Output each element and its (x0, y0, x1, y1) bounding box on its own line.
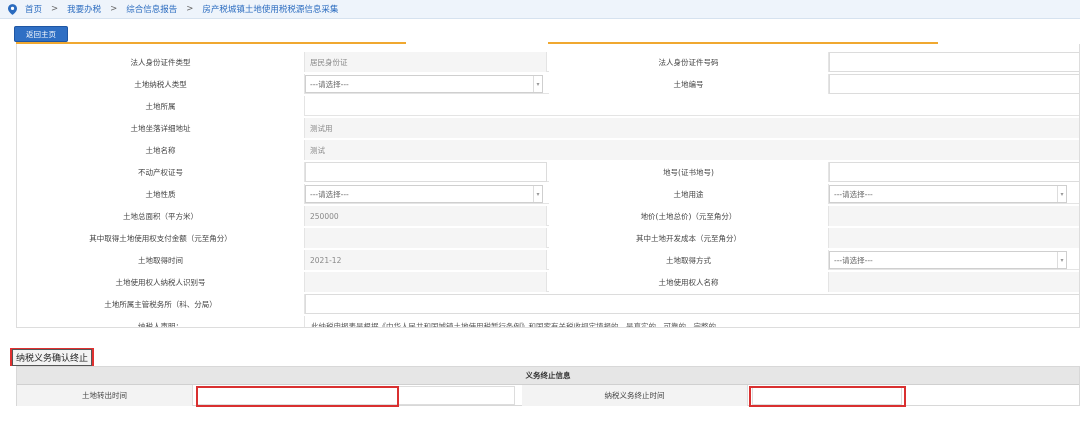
acquire-method-select[interactable]: ---请选择--- ▾ (829, 251, 1067, 269)
land-number-label: 土地编号 (549, 74, 829, 94)
breadcrumb-tax-service[interactable]: 我要办税 (67, 3, 101, 15)
breadcrumb-separator: > (186, 4, 194, 14)
tax-office-field[interactable] (305, 294, 1079, 314)
chevron-down-icon[interactable]: ▾ (1057, 252, 1066, 268)
form-row-user-id: 土地使用权人纳税人识别号 土地使用权人名称 (17, 272, 1079, 292)
form-row-land-area: 土地总面积（平方米） 250000 地价(土地总价)（元至角分） (17, 206, 1079, 226)
land-transfer-time-label: 土地转出时间 (17, 385, 193, 406)
breadcrumb-info-report[interactable]: 综合信息报告 (126, 3, 177, 15)
tax-office-label: 土地所属主管税务所（科、分局） (17, 294, 305, 314)
land-number-field[interactable] (829, 74, 1079, 94)
land-price-field[interactable] (829, 206, 1079, 226)
legal-id-type-field[interactable]: 居民身份证 (305, 52, 547, 72)
land-nature-value: ---请选择--- (310, 190, 349, 199)
form-row-property-cert: 不动产权证号 地号(证书地号) (17, 162, 1079, 182)
legal-id-number-field[interactable] (829, 52, 1079, 72)
land-taxpayer-type-value: ---请选择--- (310, 80, 349, 89)
acquire-method-value: ---请选择--- (834, 256, 873, 265)
form-row-land-name: 土地名称 测试 (17, 140, 1079, 160)
land-price-label: 地价(土地总价)（元至角分） (549, 206, 829, 226)
form-row-land-payment: 其中取得土地使用权支付金额（元至角分） 其中土地开发成本（元至角分） (17, 228, 1079, 248)
property-cert-field[interactable] (305, 162, 547, 182)
land-area-field[interactable]: 250000 (305, 206, 547, 226)
transfer-time-highlight (196, 386, 399, 407)
lot-number-label: 地号(证书地号) (549, 162, 829, 182)
breadcrumb-separator: > (51, 4, 59, 14)
form-row-taxpayer-type: 土地纳税人类型 ---请选择--- ▾ 土地编号 (17, 74, 1079, 94)
breadcrumb-home[interactable]: 首页 (25, 3, 42, 15)
land-belong-field[interactable] (305, 96, 1079, 116)
land-address-label: 土地坐落详细地址 (17, 118, 305, 138)
obligation-end-time-label: 纳税义务终止时间 (522, 385, 748, 406)
land-user-taxid-label: 土地使用权人纳税人识别号 (17, 272, 305, 292)
land-use-payment-label: 其中取得土地使用权支付金额（元至角分） (17, 228, 305, 248)
land-name-label: 土地名称 (17, 140, 305, 160)
land-user-name-label: 土地使用权人名称 (549, 272, 829, 292)
land-use-value: ---请选择--- (834, 190, 873, 199)
land-use-payment-field[interactable] (305, 228, 547, 248)
form-row-land-belong: 土地所属 (17, 96, 1079, 116)
land-name-field[interactable]: 测试 (305, 140, 1079, 160)
obligation-termination-title: 义务终止信息 (17, 367, 1079, 385)
land-dev-cost-field[interactable] (829, 228, 1079, 248)
legal-id-type-label: 法人身份证件类型 (17, 52, 305, 72)
chevron-down-icon[interactable]: ▾ (533, 186, 542, 202)
obligation-termination-row: 土地转出时间 纳税义务终止时间 (17, 385, 1079, 406)
property-cert-label: 不动产权证号 (17, 162, 305, 182)
lot-number-field[interactable] (829, 162, 1079, 182)
location-pin-icon (8, 3, 17, 15)
acquire-method-label: 土地取得方式 (549, 250, 829, 270)
declaration-label: 纳税人声明： (17, 316, 305, 327)
breadcrumb: 首页 > 我要办税 > 综合信息报告 > 房产税城镇土地使用税税源信息采集 (0, 0, 1080, 19)
form-row-tax-office: 土地所属主管税务所（科、分局） (17, 294, 1079, 314)
land-nature-label: 土地性质 (17, 184, 305, 204)
confirm-termination-button-highlight: 纳税义务确认终止 (10, 348, 94, 366)
land-address-field[interactable]: 测试用 (305, 118, 1079, 138)
form-row-land-nature: 土地性质 ---请选择--- ▾ 土地用途 ---请选择--- ▾ (17, 184, 1079, 204)
breadcrumb-separator: > (110, 4, 118, 14)
land-taxpayer-type-label: 土地纳税人类型 (17, 74, 305, 94)
land-nature-select[interactable]: ---请选择--- ▾ (305, 185, 543, 203)
breadcrumb-current-page[interactable]: 房产税城镇土地使用税税源信息采集 (202, 3, 338, 15)
form-row-acquire-time: 土地取得时间 2021-12 土地取得方式 ---请选择--- ▾ (17, 250, 1079, 270)
form-row-legal-id: 法人身份证件类型 居民身份证 法人身份证件号码 (17, 52, 1079, 72)
end-time-highlight (749, 386, 906, 407)
land-user-taxid-field[interactable] (305, 272, 547, 292)
obligation-termination-section: 义务终止信息 土地转出时间 纳税义务终止时间 (16, 366, 1080, 406)
acquire-time-field[interactable]: 2021-12 (305, 250, 547, 270)
back-home-button[interactable]: 返回主页 (14, 26, 68, 42)
chevron-down-icon[interactable]: ▾ (533, 76, 542, 92)
form-row-declaration: 纳税人声明： 此纳税申报表是根据《中华人民共和国城镇土地使用税暂行条例》和国家有… (17, 316, 1079, 328)
land-use-label: 土地用途 (549, 184, 829, 204)
land-use-select[interactable]: ---请选择--- ▾ (829, 185, 1067, 203)
land-area-label: 土地总面积（平方米） (17, 206, 305, 226)
acquire-time-label: 土地取得时间 (17, 250, 305, 270)
chevron-down-icon[interactable]: ▾ (1057, 186, 1066, 202)
land-taxpayer-type-select[interactable]: ---请选择--- ▾ (305, 75, 543, 93)
land-dev-cost-label: 其中土地开发成本（元至角分） (549, 228, 829, 248)
form-row-address: 土地坐落详细地址 测试用 (17, 118, 1079, 138)
land-user-name-field[interactable] (829, 272, 1079, 292)
legal-id-number-label: 法人身份证件号码 (549, 52, 829, 72)
confirm-termination-button[interactable]: 纳税义务确认终止 (12, 348, 92, 366)
land-belong-label: 土地所属 (17, 96, 305, 116)
declaration-text: 此纳税申报表是根据《中华人民共和国城镇土地使用税暂行条例》和国家有关税收规定填报… (311, 321, 724, 328)
land-info-form: 法人身份证件类型 居民身份证 法人身份证件号码 土地纳税人类型 ---请选择--… (16, 44, 1080, 328)
